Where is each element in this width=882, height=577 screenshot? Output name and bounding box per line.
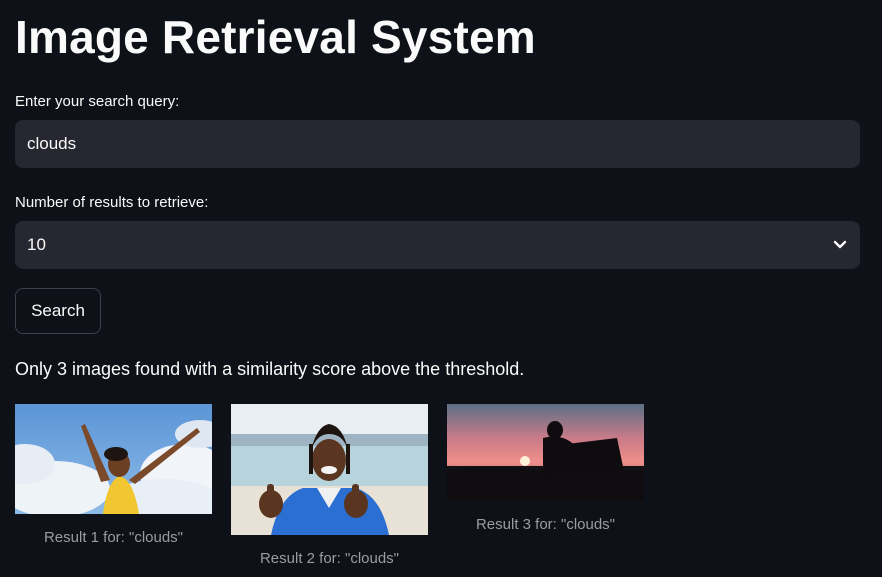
result-image-2[interactable] [231,404,428,535]
page-title: Image Retrieval System [15,11,536,63]
num-results-select[interactable]: 10 [15,221,860,269]
result-card-1: Result 1 for: "clouds" [15,404,212,548]
result-caption-1: Result 1 for: "clouds" [43,529,184,546]
num-results-label: Number of results to retrieve: [15,194,209,211]
result-card-3: Result 3 for: "clouds" [447,404,644,535]
status-message: Only 3 images found with a similarity sc… [15,359,525,379]
search-query-input[interactable] [15,120,860,168]
result-image-1[interactable] [15,404,212,514]
search-button[interactable]: Search [15,288,101,334]
chevron-down-icon [832,237,848,253]
result-caption-2: Result 2 for: "clouds" [259,550,400,567]
num-results-selected-value: 10 [27,235,46,254]
search-query-label: Enter your search query: [15,93,180,110]
result-card-2: Result 2 for: "clouds" [231,404,428,569]
app-page: Image Retrieval System Enter your search… [0,0,882,577]
result-image-3[interactable] [447,404,644,501]
result-caption-3: Result 3 for: "clouds" [475,516,616,533]
